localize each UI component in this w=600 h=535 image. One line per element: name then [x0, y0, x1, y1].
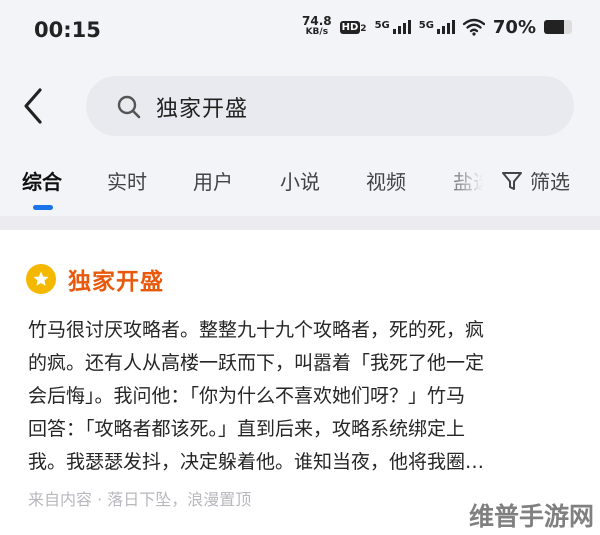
- hd-badge: HD: [339, 20, 361, 34]
- star-badge-icon: [26, 264, 56, 294]
- snippet-line: 我。我瑟瑟发抖，决定躲着他。谁知当夜，他将我圈…: [28, 451, 485, 473]
- network-speed-value: 74.8: [302, 14, 332, 28]
- star-icon: [33, 271, 49, 286]
- status-time: 00:15: [34, 18, 101, 42]
- tab-realtime[interactable]: 实时: [107, 166, 147, 195]
- wifi-icon: [462, 18, 485, 36]
- back-button[interactable]: [14, 84, 54, 128]
- result-snippet: 竹马很讨厌攻略者。整整九十九个攻略者，死的死，疯 的疯。还有人从高楼一跃而下，叫…: [28, 314, 568, 479]
- filter-label: 筛选: [530, 170, 570, 194]
- active-tab-indicator: [33, 205, 53, 210]
- search-result-card[interactable]: 独家开盛 竹马很讨厌攻略者。整整九十九个攻略者，死的死，疯 的疯。还有人从高楼一…: [0, 230, 600, 535]
- hd-sub: 2: [360, 23, 367, 34]
- filter-funnel-icon: [502, 171, 522, 190]
- tab-users[interactable]: 用户: [193, 166, 233, 195]
- network-speed-unit: KB/s: [305, 27, 329, 37]
- snippet-line: 会后悔」。我问他：「你为什么不喜欢她们呀？」竹马: [28, 385, 466, 407]
- signal-icon: 5G: [375, 20, 411, 34]
- result-title-link[interactable]: 独家开盛: [26, 262, 164, 296]
- result-source-meta[interactable]: 来自内容 · 落日下坠，浪漫置顶: [28, 486, 251, 510]
- battery-percent: 70%: [492, 16, 536, 38]
- network-speed: 74.8 KB/s: [302, 14, 332, 38]
- signal-icon-2: 5G: [419, 20, 455, 34]
- search-icon: [117, 95, 141, 119]
- sim1-label: 5G: [374, 20, 390, 31]
- tab-fade: [440, 162, 502, 206]
- section-divider: [0, 216, 600, 230]
- battery-icon: [544, 20, 572, 34]
- result-tabs: 综合 实时 用户 小说 视频 盐选 筛选: [0, 152, 600, 216]
- search-query: 独家开盛: [156, 97, 249, 122]
- filter-button[interactable]: 筛选: [500, 166, 570, 195]
- snippet-line: 竹马很讨厌攻略者。整整九十九个攻略者，死的死，疯: [28, 319, 485, 341]
- result-title: 独家开盛: [68, 269, 164, 295]
- hd-voice-icon: HD 2: [339, 20, 367, 34]
- watermark-logo: 维普手游网: [468, 502, 594, 531]
- tab-novels[interactable]: 小说: [280, 166, 320, 195]
- tab-comprehensive[interactable]: 综合: [22, 166, 62, 195]
- status-icons: 74.8 KB/s HD 2 5G 5G 70%: [302, 14, 572, 38]
- back-arrow-icon: [24, 88, 42, 124]
- search-header: 独家开盛: [0, 62, 600, 152]
- snippet-line: 的疯。还有人从高楼一跃而下，叫嚣着「我死了他一定: [28, 352, 485, 374]
- snippet-line: 回答：「攻略者都该死。」直到后来，攻略系统绑定上: [28, 418, 466, 440]
- tab-videos[interactable]: 视频: [366, 166, 406, 195]
- status-bar: 00:15 74.8 KB/s HD 2 5G 5G 70%: [0, 0, 600, 62]
- sim2-label: 5G: [418, 20, 434, 31]
- search-input[interactable]: 独家开盛: [86, 76, 574, 136]
